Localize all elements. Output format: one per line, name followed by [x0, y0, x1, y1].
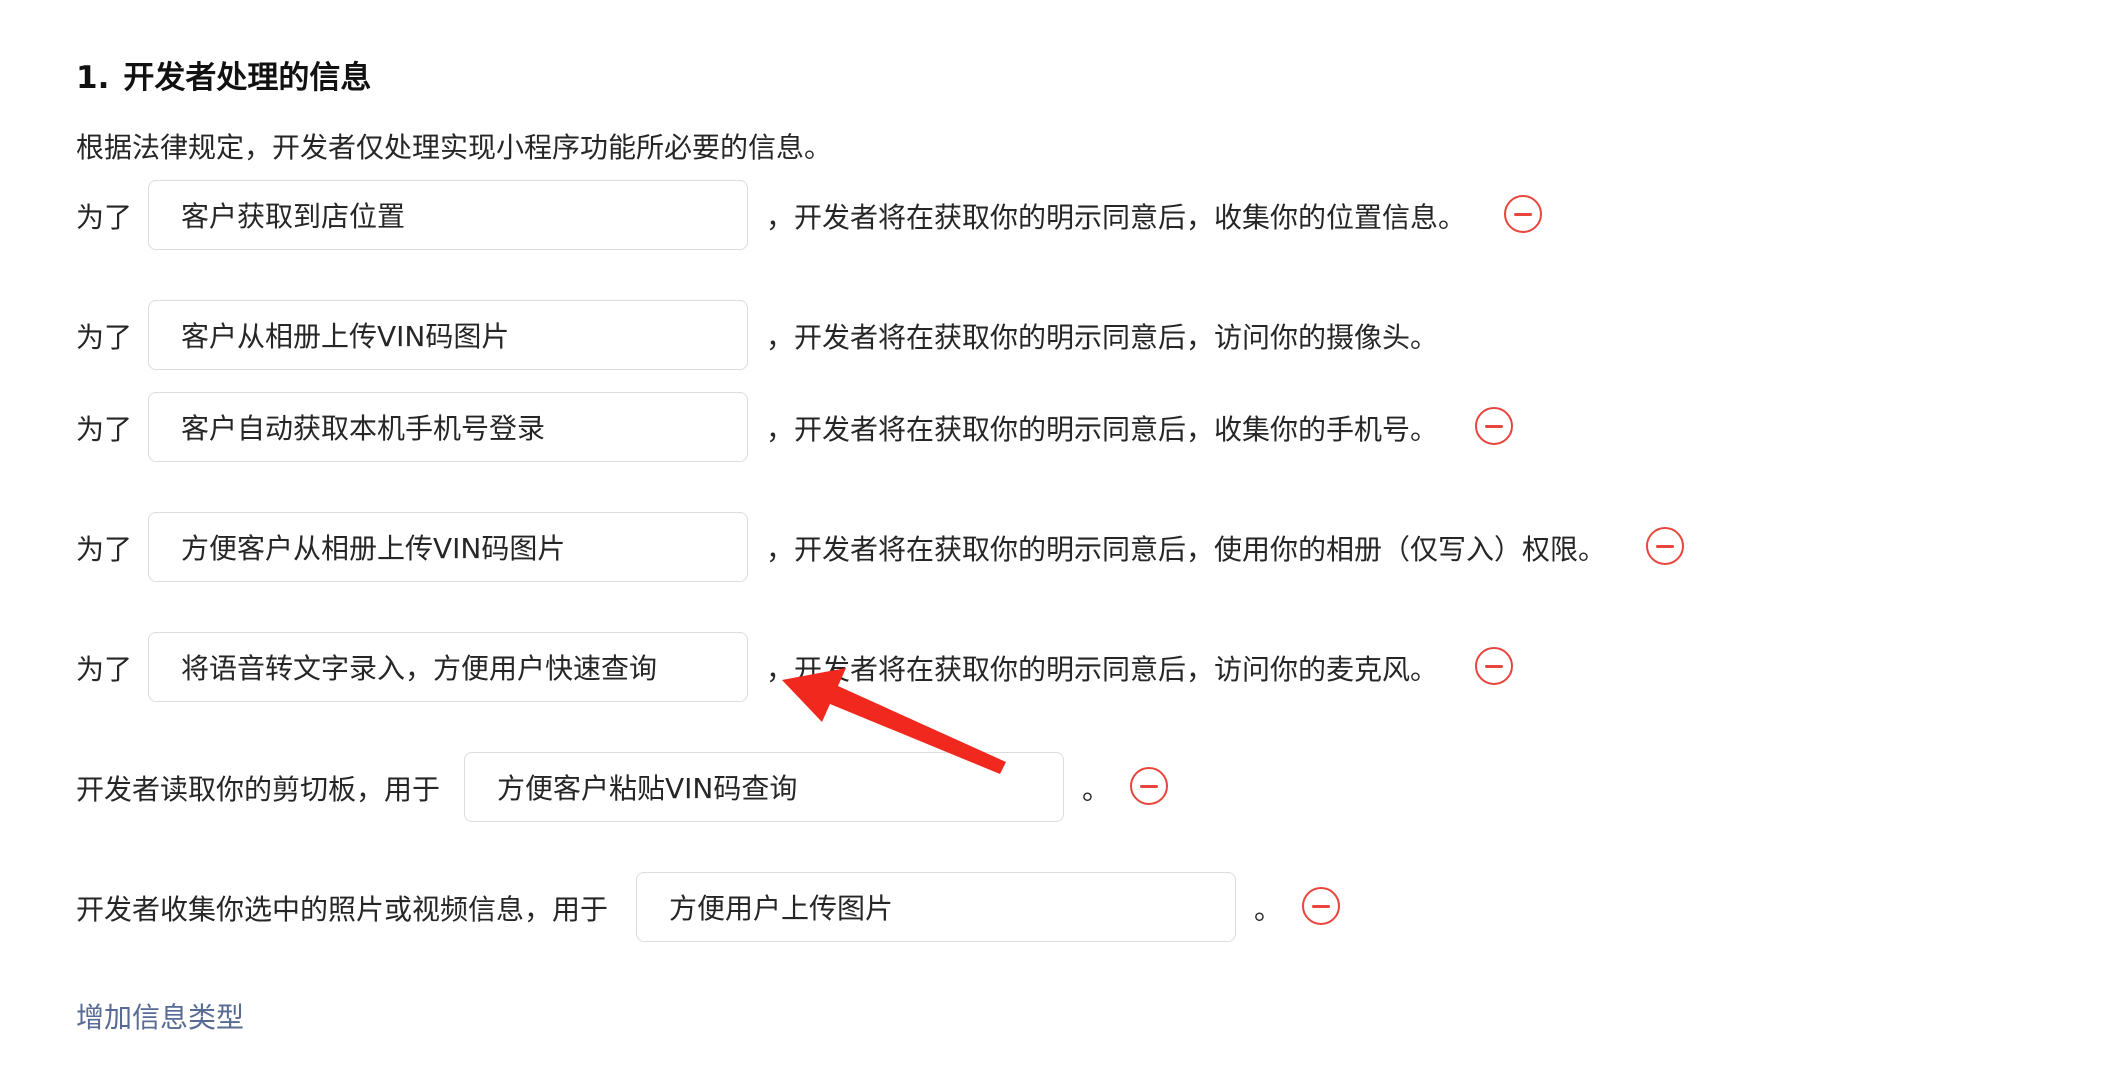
- arrow-annotation: [782, 668, 1006, 774]
- purpose-input-photos[interactable]: [636, 872, 1236, 942]
- row-suffix: 。: [1254, 893, 1283, 926]
- minus-circle-icon: [1656, 544, 1674, 548]
- minus-circle-icon: [1312, 904, 1330, 908]
- section-title-text: 开发者处理的信息: [123, 60, 372, 96]
- purpose-input-album[interactable]: [148, 512, 748, 582]
- purpose-input-camera[interactable]: [148, 300, 748, 370]
- row-suffix: ，开发者将在获取你的明示同意后，访问你的摄像头。: [766, 321, 1439, 354]
- minus-circle-icon: [1485, 424, 1503, 428]
- info-row-album: 为了 ，开发者将在获取你的明示同意后，使用你的相册（仅写入）权限。: [76, 512, 2076, 582]
- remove-album-button[interactable]: [1646, 527, 1684, 565]
- remove-photos-button[interactable]: [1302, 887, 1340, 925]
- remove-clipboard-button[interactable]: [1130, 767, 1168, 805]
- row-prefix: 开发者读取你的剪切板，用于: [76, 773, 441, 806]
- info-row-clipboard: 开发者读取你的剪切板，用于 。: [76, 752, 2076, 822]
- intro-text: 根据法律规定，开发者仅处理实现小程序功能所必要的信息。: [76, 131, 833, 164]
- info-row-microphone: 为了 ，开发者将在获取你的明示同意后，访问你的麦克风。: [76, 632, 2076, 702]
- row-prefix: 为了: [76, 533, 133, 566]
- row-suffix: ，开发者将在获取你的明示同意后，收集你的手机号。: [766, 413, 1439, 446]
- minus-circle-icon: [1485, 664, 1503, 668]
- info-row-phone: 为了 ，开发者将在获取你的明示同意后，收集你的手机号。: [76, 392, 2076, 462]
- arrow-annotation-shape: [782, 668, 1006, 774]
- purpose-input-microphone[interactable]: [148, 632, 748, 702]
- section-number: 1.: [76, 60, 110, 96]
- purpose-input-phone[interactable]: [148, 392, 748, 462]
- add-info-type-link[interactable]: 增加信息类型: [76, 996, 244, 1036]
- remove-phone-button[interactable]: [1475, 407, 1513, 445]
- purpose-input-location[interactable]: [148, 180, 748, 250]
- remove-location-button[interactable]: [1504, 195, 1542, 233]
- info-row-camera: 为了 ，开发者将在获取你的明示同意后，访问你的摄像头。: [76, 300, 2076, 370]
- section-title: 1. 开发者处理的信息: [76, 52, 371, 97]
- row-prefix: 为了: [76, 653, 133, 686]
- minus-circle-icon: [1514, 212, 1532, 216]
- row-suffix: ，开发者将在获取你的明示同意后，收集你的位置信息。: [766, 201, 1467, 234]
- remove-microphone-button[interactable]: [1475, 647, 1513, 685]
- info-row-photos: 开发者收集你选中的照片或视频信息，用于 。: [76, 872, 2076, 942]
- info-row-location: 为了 ，开发者将在获取你的明示同意后，收集你的位置信息。: [76, 180, 2076, 250]
- row-prefix: 为了: [76, 413, 133, 446]
- row-suffix: 。: [1082, 773, 1111, 806]
- row-prefix: 开发者收集你选中的照片或视频信息，用于: [76, 893, 609, 926]
- minus-circle-icon: [1140, 784, 1158, 788]
- row-prefix: 为了: [76, 201, 133, 234]
- row-prefix: 为了: [76, 321, 133, 354]
- row-suffix: ，开发者将在获取你的明示同意后，使用你的相册（仅写入）权限。: [766, 533, 1607, 566]
